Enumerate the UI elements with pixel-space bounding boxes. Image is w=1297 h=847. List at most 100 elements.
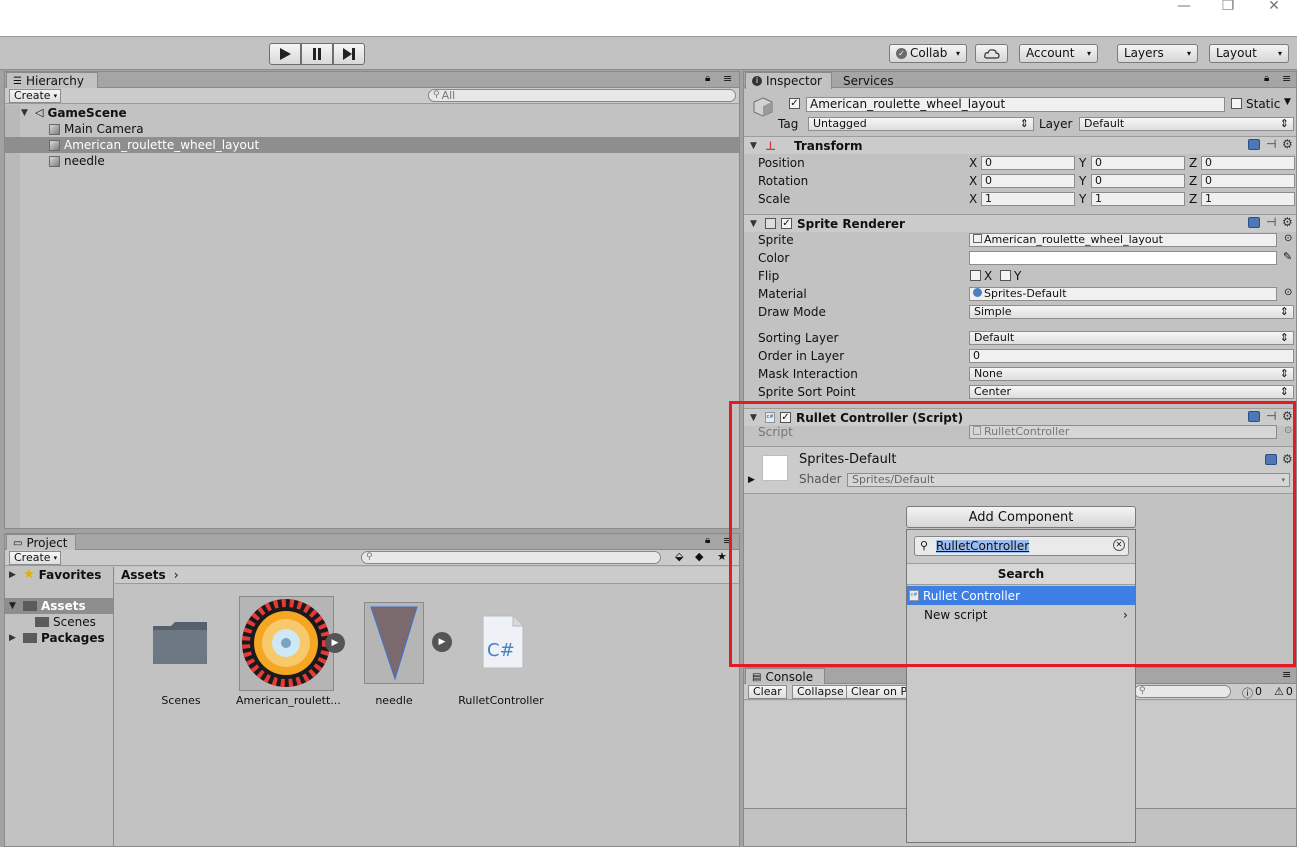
gear-icon[interactable]: ⚙ [1282,137,1293,151]
panel-menu-icon[interactable]: ≡ [1282,668,1291,681]
minimize-icon[interactable]: — [1164,0,1204,14]
console-clear-on-play-button[interactable]: Clear on Pla [846,685,908,699]
help-book-icon[interactable] [1248,217,1260,228]
star-icon[interactable]: ★ [717,550,727,563]
material-object-field[interactable]: Sprites-Default [969,287,1277,301]
layout-dropdown[interactable]: Layout ▾ [1209,44,1289,63]
hierarchy-item-roulette[interactable]: American_roulette_wheel_layout [49,137,259,153]
lock-icon[interactable]: 🔒︎ [705,535,710,546]
expand-triangle-icon[interactable]: ▶ [9,567,19,583]
account-dropdown[interactable]: Account ▾ [1019,44,1098,63]
eyedropper-icon[interactable]: ✎ [1283,250,1292,263]
flip-x-checkbox[interactable] [970,270,981,281]
sprite-object-field[interactable]: American_roulette_wheel_layout [969,233,1277,247]
chevron-down-icon: ▾ [1186,49,1191,58]
sprite-renderer-enabled-checkbox[interactable]: ✓ [781,218,792,229]
tab-services[interactable]: Services [836,72,900,89]
asset-sprite-needle[interactable] [364,602,424,684]
asset-script-rulletcontroller[interactable]: C# [481,614,525,670]
gameobject-active-checkbox[interactable]: ✓ [789,98,800,109]
flip-y-checkbox[interactable] [1000,270,1011,281]
expand-play-icon[interactable]: ▶ [325,633,345,653]
draw-mode-dropdown[interactable]: Simple ⇕ [969,305,1294,319]
lock-icon[interactable]: 🔒︎ [705,73,710,84]
gear-icon[interactable]: ⚙ [1282,215,1293,229]
tab-console[interactable]: ▤ Console [745,668,825,685]
expand-triangle-icon[interactable]: ▼ [21,105,31,121]
expand-triangle-icon[interactable]: ▶ [9,630,19,646]
position-z-input[interactable]: 0 [1201,156,1295,170]
rotation-y-input[interactable]: 0 [1091,174,1185,188]
scale-y-input[interactable]: 1 [1091,192,1185,206]
filter-type-icon[interactable]: ⬙ [675,550,683,563]
lock-icon[interactable]: 🔒︎ [1264,73,1269,84]
panel-menu-icon[interactable]: ≡ [1282,72,1291,85]
transform-header[interactable]: ▼ ⊥ Transform [744,136,1296,154]
scene-name: GameScene [47,106,127,120]
tree-item-assets[interactable]: ▼ Assets [9,598,86,614]
position-y-input[interactable]: 0 [1091,156,1185,170]
color-swatch[interactable] [969,251,1277,265]
restore-icon[interactable]: ❐ [1208,0,1248,14]
mask-interaction-dropdown[interactable]: None ⇕ [969,367,1294,381]
preset-icon[interactable]: ⊣ [1266,215,1276,229]
tree-item-packages[interactable]: ▶ Packages [9,630,105,646]
project-search-input[interactable]: ⚲ [361,551,661,564]
rotation-x-input[interactable]: 0 [981,174,1075,188]
sprite-sort-point-dropdown[interactable]: Center ⇕ [969,385,1294,399]
preset-icon[interactable]: ⊣ [1266,137,1276,151]
chevron-down-icon[interactable]: ▼ [1284,97,1291,107]
project-tabbar: ▭ Project 🔒︎ ≡ [5,534,739,551]
sprite-renderer-header[interactable]: ▼ ✓ Sprite Renderer [744,214,1296,232]
highlight-annotation-box [729,401,1296,667]
help-book-icon[interactable] [1248,139,1260,150]
layer-dropdown[interactable]: Default ⇕ [1079,117,1294,131]
breadcrumb-item[interactable]: Assets [121,568,166,582]
axis-x-label: X [969,174,978,188]
object-picker-icon[interactable]: ⊙ [1284,233,1292,244]
static-checkbox[interactable] [1231,98,1242,109]
tab-hierarchy[interactable]: ☰ Hierarchy [6,72,98,89]
layers-dropdown[interactable]: Layers ▾ [1117,44,1198,63]
scene-row[interactable]: ▼ ◁ GameScene [21,105,127,121]
step-button[interactable] [333,43,365,65]
console-info-count[interactable]: ⓘ 0 [1242,685,1262,701]
sorting-layer-dropdown[interactable]: Default ⇕ [969,331,1294,345]
console-warning-count[interactable]: ⚠ 0 [1274,685,1293,698]
axis-y-label: Y [1079,192,1087,206]
hierarchy-search-input[interactable]: ⚲ All [428,89,736,102]
hierarchy-item-needle[interactable]: needle [49,153,105,169]
project-create-button[interactable]: Create ▾ [9,551,61,565]
asset-sprite-roulette[interactable] [239,596,334,691]
rotation-z-input[interactable]: 0 [1201,174,1295,188]
position-x-input[interactable]: 0 [981,156,1075,170]
console-collapse-button[interactable]: Collapse [792,685,849,699]
tree-item-favorites[interactable]: ▶ ★ Favorites [9,567,101,583]
close-icon[interactable]: ✕ [1254,0,1294,14]
tab-inspector[interactable]: i Inspector [745,72,832,89]
expand-triangle-icon[interactable]: ▼ [750,141,760,151]
gameobject-name-input[interactable]: American_roulette_wheel_layout [806,97,1225,112]
expand-play-icon[interactable]: ▶ [432,632,452,652]
warning-icon: ⚠ [1274,685,1284,698]
panel-menu-icon[interactable]: ≡ [723,72,732,85]
collab-dropdown[interactable]: ✓ Collab ▾ [889,44,967,63]
console-search-input[interactable]: ⚲ [1134,685,1231,698]
cloud-button[interactable] [975,44,1008,63]
tag-dropdown[interactable]: Untagged ⇕ [808,117,1034,131]
tree-item-scenes[interactable]: Scenes [35,614,96,630]
scale-z-input[interactable]: 1 [1201,192,1295,206]
label-tag-icon[interactable]: ◆ [695,550,703,563]
object-picker-icon[interactable]: ⊙ [1284,287,1292,298]
hierarchy-item-main-camera[interactable]: Main Camera [49,121,144,137]
expand-triangle-icon[interactable]: ▼ [750,219,760,229]
console-clear-button[interactable]: Clear [748,685,787,699]
expand-triangle-icon[interactable]: ▼ [9,598,19,614]
play-button[interactable] [269,43,301,65]
hierarchy-create-button[interactable]: Create ▾ [9,89,61,103]
asset-folder-scenes[interactable] [151,620,211,666]
pause-button[interactable] [301,43,333,65]
order-in-layer-input[interactable]: 0 [969,349,1294,363]
tab-project[interactable]: ▭ Project [6,534,76,551]
scale-x-input[interactable]: 1 [981,192,1075,206]
